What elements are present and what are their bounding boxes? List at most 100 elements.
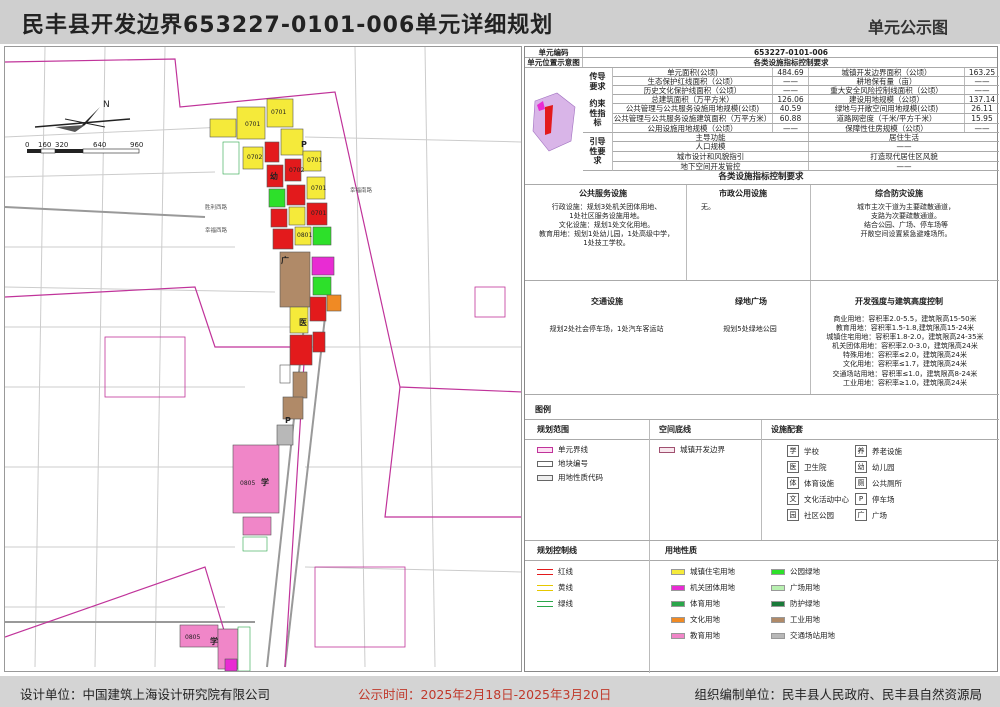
svg-text:0701: 0701 [311, 210, 326, 217]
page-title: 民丰县开发边界653227-0101-006单元详细规划 [22, 13, 554, 38]
green-title: 绿地广场 [735, 297, 767, 306]
land-use-label: 城镇住宅用地 [690, 567, 735, 576]
parking-icon: P [855, 493, 867, 505]
facility-grid: 公共服务设施 行政设施：规划3处机关团体用地、 1处社区服务设施用地。 文化设施… [525, 185, 999, 395]
svg-text:幸福南路: 幸福南路 [350, 186, 373, 194]
legend-land-use-8: 工业用地 [771, 615, 820, 624]
header: 民丰县开发边界653227-0101-006单元详细规划 单元公示图 [0, 0, 1000, 44]
disaster-title: 综合防灾设施 [875, 189, 923, 198]
unit-position-row: 单元位置示意图 各类设施指标控制要求 [525, 58, 997, 68]
svg-text:幼: 幼 [270, 171, 278, 181]
svg-text:0702: 0702 [247, 154, 262, 161]
traffic-title: 交通设施 [591, 297, 623, 306]
svg-text:P: P [285, 416, 291, 425]
legend-land-use-0: 城镇住宅用地 [671, 567, 735, 576]
land-use-swatch [771, 600, 785, 607]
land-use-label: 防护绿地 [790, 599, 820, 608]
legend-yellow-line: 黄线 [537, 583, 573, 592]
clinic-icon: 医 [787, 461, 799, 473]
legend-land-use-2: 体育用地 [671, 599, 720, 608]
land-use-swatch [671, 600, 685, 607]
land-use-swatch [771, 632, 785, 639]
scale-bar [27, 148, 140, 154]
land-use-swatch [671, 616, 685, 623]
map-area[interactable]: N 0 160 320 640 960 0701 0701 0702 0701 … [4, 46, 522, 672]
legend-dev-boundary: 城镇开发边界 [659, 445, 725, 454]
designer-text: 设计单位：中国建筑上海设计研究院有限公司 [20, 687, 271, 702]
legend-land-use-1: 机关团体用地 [671, 583, 735, 592]
unit-code-row: 单元编码 653227-0101-006 [525, 47, 997, 58]
svg-text:医: 医 [299, 318, 307, 327]
land-use-swatch [671, 568, 685, 575]
land-use-label: 广场用地 [790, 583, 820, 592]
land-use-label: 教育用地 [690, 631, 720, 640]
north-arrow-icon [34, 107, 131, 132]
land-use-swatch [671, 632, 685, 639]
land-use-label: 机关团体用地 [690, 583, 735, 592]
svg-text:160: 160 [38, 141, 51, 149]
legend-red-line: 红线 [537, 567, 573, 576]
svg-text:学: 学 [210, 636, 218, 646]
green-text: 规划5处绿地公园 [723, 325, 777, 333]
school-icon: 学 [787, 445, 799, 457]
land-use-swatch [671, 584, 685, 591]
legend-land-use-6: 广场用地 [771, 583, 820, 592]
public-service-text: 行政设施：规划3处机关团体用地、 1处社区服务设施用地。 文化设施：规划1处文化… [539, 203, 674, 248]
svg-text:0701: 0701 [245, 121, 260, 128]
density-title: 开发强度与建筑高度控制 [855, 297, 943, 306]
svg-text:0702: 0702 [289, 167, 304, 174]
legend-land-use-code: 用地性质代码 [537, 473, 603, 482]
legend-unit-boundary: 单元界线 [537, 445, 588, 454]
organizer-text: 组织编制单位：民丰县人民政府、民丰县自然资源局 [694, 687, 982, 702]
disaster-text: 城市主次干道为主要疏散通道， 支路为次要疏散通道。 结合公园、广场、停车场等 开… [857, 203, 955, 239]
density-text: 商业用地：容积率2.0-5.5，建筑限高15-50米 教育用地：容积率1.5-1… [826, 315, 984, 387]
municipal-text: 无。 [701, 203, 715, 211]
municipal-title: 市政公用设施 [719, 189, 767, 198]
svg-text:0805: 0805 [185, 634, 200, 641]
svg-text:0: 0 [25, 141, 29, 149]
square-icon: 广 [855, 509, 867, 521]
svg-text:P: P [301, 140, 307, 149]
legend-land-use-9: 交通场站用地 [771, 631, 835, 640]
public-service-title: 公共服务设施 [579, 189, 627, 198]
svg-text:0701: 0701 [271, 109, 286, 116]
page-subtitle: 单元公示图 [867, 18, 948, 37]
elderly-icon: 养 [855, 445, 867, 457]
page: 民丰县开发边界653227-0101-006单元详细规划 单元公示图 N 0 1… [0, 0, 1000, 707]
legend-land-use-4: 教育用地 [671, 631, 720, 640]
land-use-label: 交通场站用地 [790, 631, 835, 640]
map-svg: N 0 160 320 640 960 0701 0701 0702 0701 … [5, 47, 521, 671]
traffic-text: 规划2处社会停车场，1处汽车客运站 [549, 325, 664, 333]
svg-text:广: 广 [281, 255, 289, 265]
svg-text:幸福西路: 幸福西路 [205, 226, 228, 234]
legend-land-use-3: 文化用地 [671, 615, 720, 624]
north-label: N [103, 100, 110, 110]
toilet-icon: 厕 [855, 477, 867, 489]
culture-icon: 文 [787, 493, 799, 505]
svg-text:0801: 0801 [297, 232, 312, 239]
publish-date: 公示时间：2025年2月18日-2025年3月20日 [358, 687, 612, 702]
svg-text:0701: 0701 [307, 157, 322, 164]
svg-text:胜利西路: 胜利西路 [205, 203, 228, 211]
svg-text:320: 320 [55, 141, 68, 149]
land-use-swatch [771, 616, 785, 623]
info-panel: 单元编码 653227-0101-006 单元位置示意图 各类设施指标控制要求 … [524, 46, 999, 673]
land-use-label: 体育用地 [690, 599, 720, 608]
legend-green-line: 绿线 [537, 599, 573, 608]
land-use-label: 文化用地 [690, 615, 720, 624]
footer: 设计单位：中国建筑上海设计研究院有限公司 公示时间：2025年2月18日-202… [0, 676, 1000, 707]
unit-position-thumbnail [527, 71, 581, 171]
land-use-label: 工业用地 [790, 615, 820, 624]
land-use-label: 公园绿地 [790, 567, 820, 576]
svg-text:0701: 0701 [311, 185, 326, 192]
land-use-swatch [771, 568, 785, 575]
land-use-swatch [771, 584, 785, 591]
svg-text:960: 960 [130, 141, 143, 149]
svg-text:学: 学 [261, 477, 269, 487]
legend-parcel-id: 地块编号 [537, 459, 588, 468]
legend-land-use-7: 防护绿地 [771, 599, 820, 608]
sports-icon: 体 [787, 477, 799, 489]
svg-text:640: 640 [93, 141, 106, 149]
svg-text:0805: 0805 [240, 480, 255, 487]
park-icon: 园 [787, 509, 799, 521]
